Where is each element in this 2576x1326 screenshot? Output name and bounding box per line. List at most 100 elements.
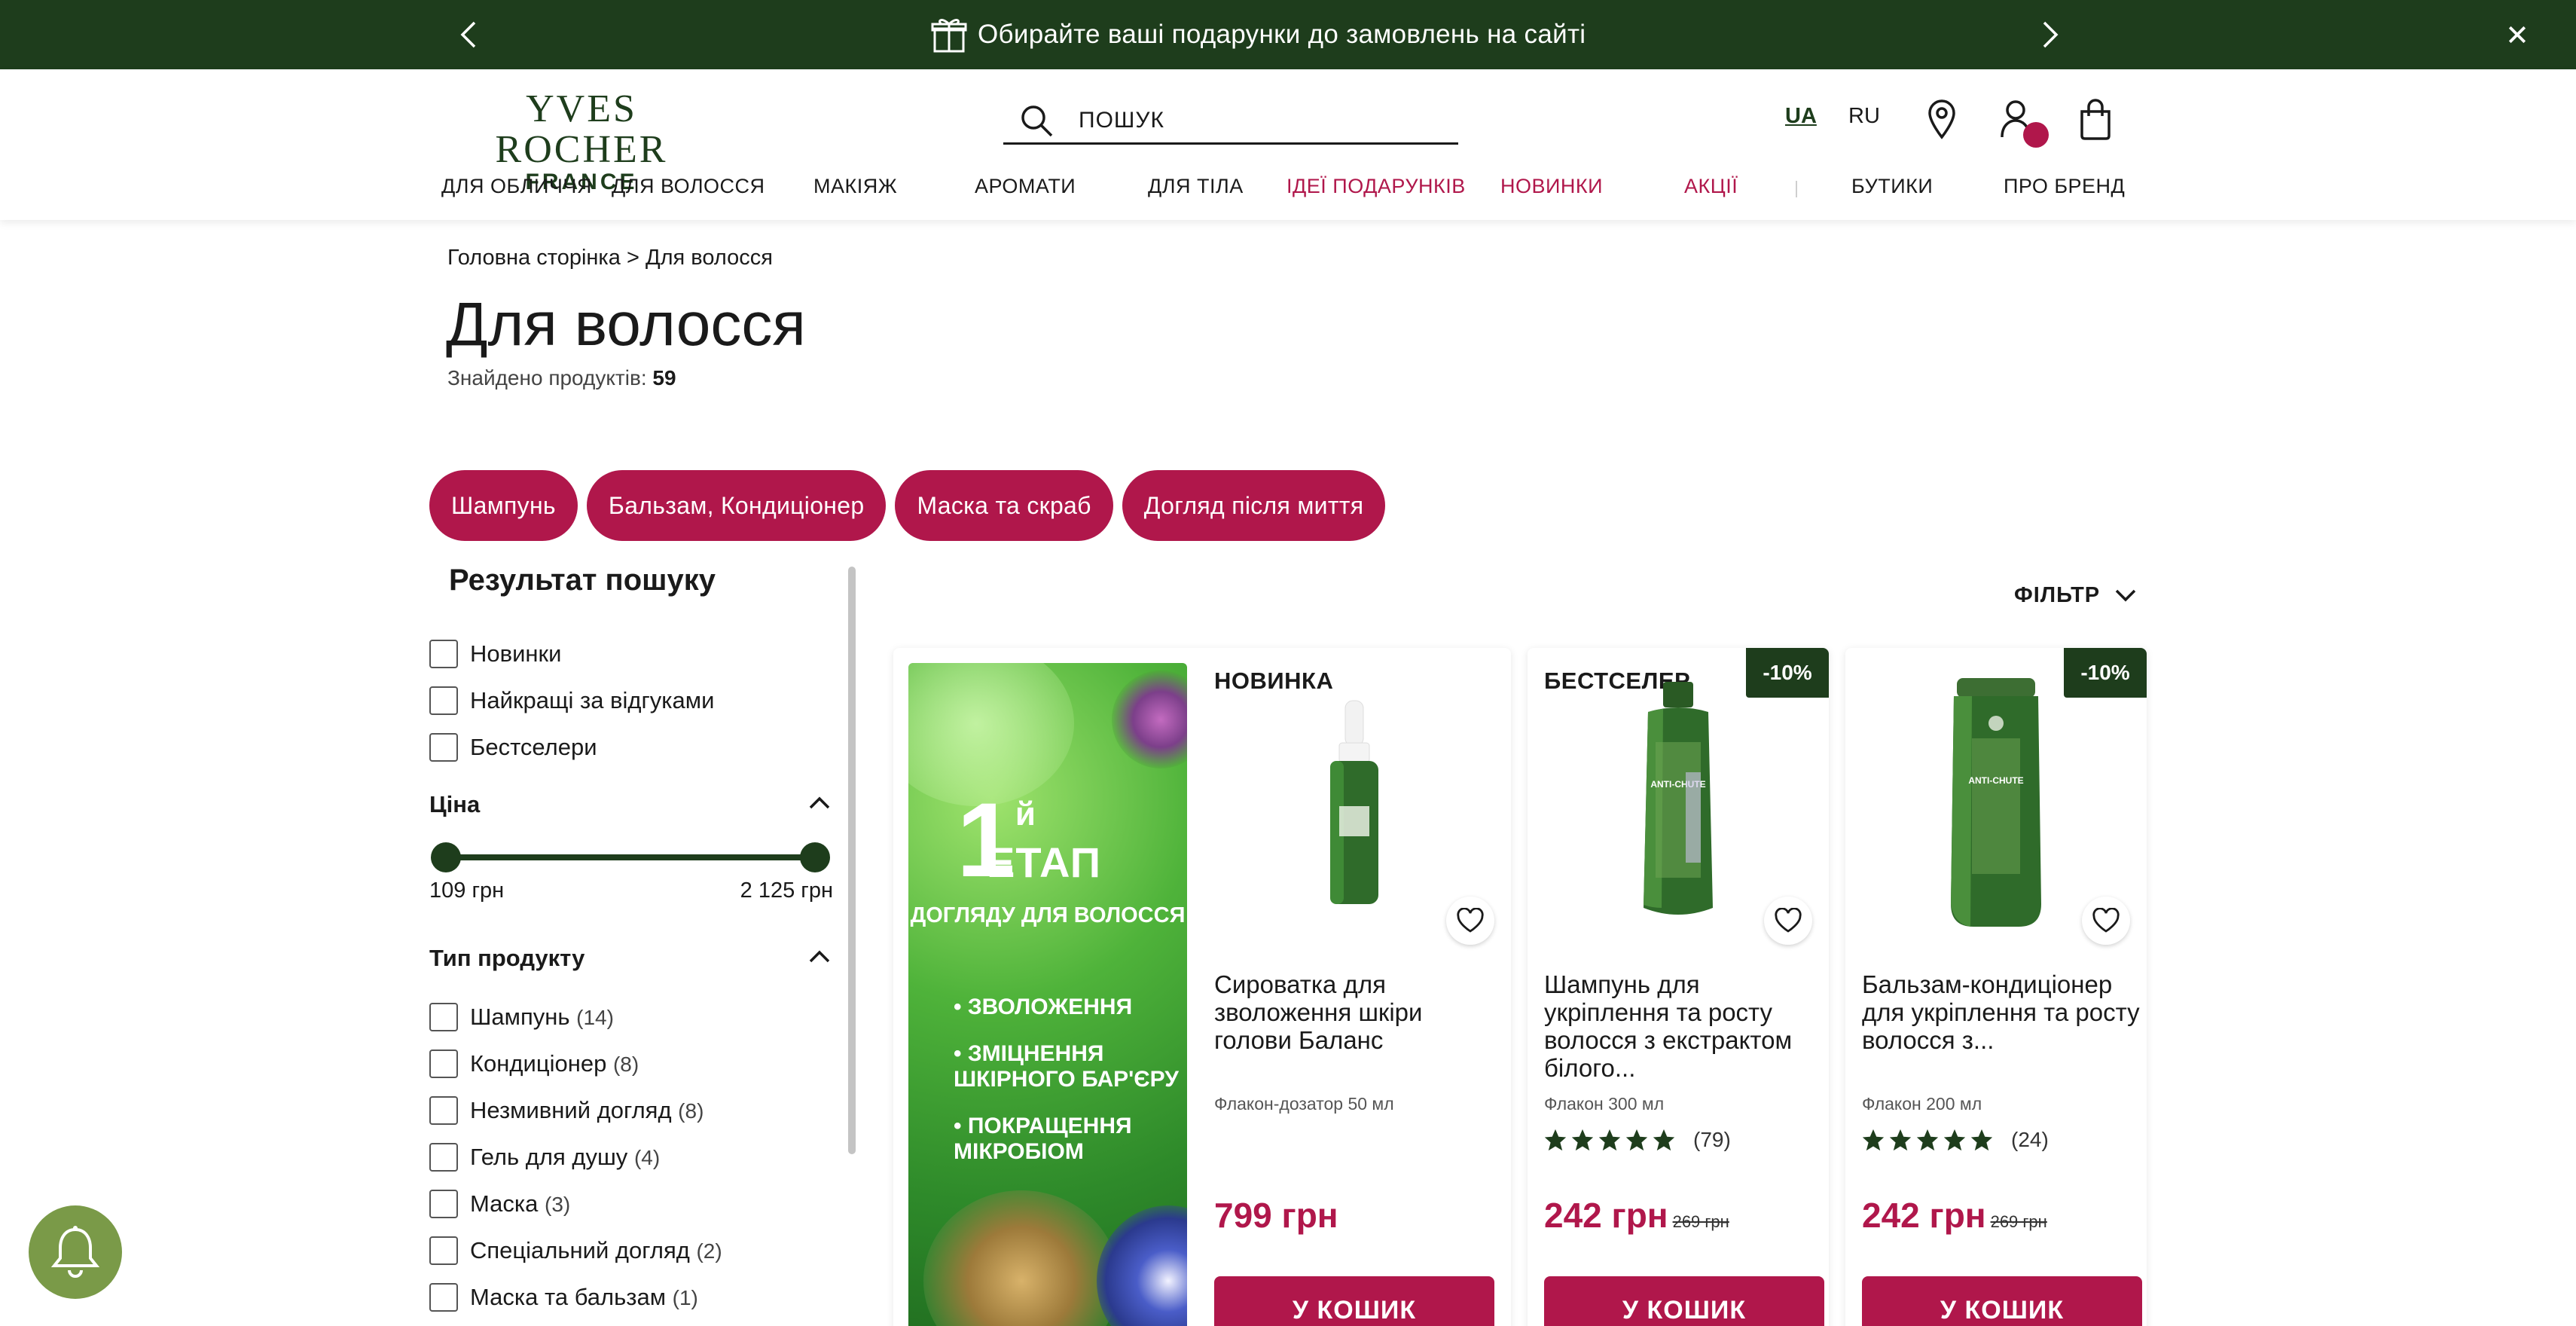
checkbox[interactable] [429, 1003, 458, 1031]
site-header: YVES ROCHER FRANCE UA RU ДЛЯ ОБЛИЧЧЯ ДЛЯ… [0, 69, 2576, 220]
banner-cornflower-image [1097, 1205, 1187, 1326]
chip-shampoo[interactable]: Шампунь [429, 470, 578, 541]
heart-icon [1775, 908, 1802, 933]
nav-makeup[interactable]: МАКІЯЖ [813, 175, 897, 198]
type-filter-leave-in[interactable]: Незмивний догляд (8) [429, 1095, 704, 1126]
nav-gift-ideas[interactable]: ІДЕЇ ПОДАРУНКІВ [1286, 175, 1466, 198]
products-found-count: 59 [652, 366, 676, 390]
chip-mask-scrub[interactable]: Маска та скраб [895, 470, 1113, 541]
product-name[interactable]: Шампунь для укріплення та росту волосся … [1544, 970, 1823, 1082]
product-image[interactable]: ANTI-CHUTE [1845, 678, 2147, 927]
product-card: НОВИНКА Сироватка для зволоження шкіри г… [1198, 648, 1511, 1326]
promo-bar: Обирайте ваші подарунки до замовлень на … [0, 0, 2576, 69]
nav-hair[interactable]: ДЛЯ ВОЛОССЯ [612, 175, 765, 198]
wishlist-button[interactable] [1764, 897, 1812, 945]
promo-next-button[interactable] [2032, 17, 2068, 53]
checkbox[interactable] [429, 1283, 458, 1312]
type-count: (8) [612, 1053, 639, 1076]
nav-about-brand[interactable]: ПРО БРЕНД [2004, 175, 2125, 198]
price-range-track[interactable] [446, 854, 815, 860]
type-filter-mask[interactable]: Маска (3) [429, 1189, 570, 1219]
product-rating[interactable]: (79) [1543, 1127, 1731, 1153]
checkbox[interactable] [429, 733, 458, 762]
type-filter-mask-balm[interactable]: Маска та бальзам (1) [429, 1282, 698, 1312]
wishlist-button[interactable] [2082, 897, 2130, 945]
product-image[interactable] [1198, 693, 1511, 919]
type-label-text: Гель для душу [470, 1144, 628, 1170]
type-filter-conditioner[interactable]: Кондиціонер (8) [429, 1049, 639, 1079]
type-label-text: Маска та бальзам [470, 1284, 667, 1310]
chip-conditioner[interactable]: Бальзам, Кондиціонер [586, 470, 887, 541]
quick-filter-top-rated[interactable]: Найкращі за відгуками [429, 686, 714, 716]
search-input[interactable] [1079, 107, 1440, 133]
nav-boutiques[interactable]: БУТИКИ [1851, 175, 1933, 198]
chevron-up-icon[interactable] [804, 942, 835, 972]
hair-care-banner[interactable]: 1й ЕТАП ДОГЛЯДУ ДЛЯ ВОЛОССЯ • ЗВОЛОЖЕННЯ… [908, 663, 1187, 1326]
star-icon [1571, 1129, 1594, 1151]
cart-button[interactable] [2073, 95, 2118, 143]
promo-close-button[interactable] [2502, 20, 2532, 50]
discount-badge: -10% [1746, 648, 1829, 698]
promo-message[interactable]: Обирайте ваші подарунки до замовлень на … [931, 11, 1586, 59]
banner-superscript: й [1015, 796, 1036, 833]
product-name[interactable]: Сироватка для зволоження шкіри голови Ба… [1214, 970, 1485, 1054]
promo-message-text: Обирайте ваші подарунки до замовлень на … [978, 20, 1586, 49]
product-rating[interactable]: (24) [1860, 1127, 2049, 1153]
checkbox[interactable] [429, 1236, 458, 1265]
filter-sidebar: Результат пошуку Новинки Найкращі за від… [429, 564, 836, 1326]
nav-body[interactable]: ДЛЯ ТІЛА [1148, 175, 1244, 198]
price-old: 269 грн [1990, 1212, 2047, 1231]
type-filter-label: Незмивний догляд (8) [470, 1097, 704, 1124]
nav-face[interactable]: ДЛЯ ОБЛИЧЧЯ [441, 175, 592, 198]
notifications-button[interactable] [29, 1205, 122, 1299]
quick-filter-new[interactable]: Новинки [429, 639, 561, 669]
add-to-cart-button[interactable]: У КОШИК [1214, 1276, 1494, 1326]
store-locator-button[interactable] [1919, 95, 1964, 143]
sidebar-scrollbar[interactable] [848, 567, 856, 1154]
type-label-text: Спеціальний догляд [470, 1237, 690, 1263]
checkbox[interactable] [429, 1049, 458, 1078]
type-filter-special-care[interactable]: Спеціальний догляд (2) [429, 1236, 722, 1266]
breadcrumb-current: Для волосся [645, 246, 773, 270]
nav-fragrances[interactable]: АРОМАТИ [975, 175, 1076, 198]
breadcrumb-home[interactable]: Головна сторінка [447, 246, 621, 270]
checkbox[interactable] [429, 1143, 458, 1172]
checkbox[interactable] [429, 1190, 458, 1218]
quick-filter-bestsellers[interactable]: Бестселери [429, 732, 597, 762]
product-tag: НОВИНКА [1214, 668, 1334, 694]
type-count: (1) [672, 1286, 698, 1309]
review-count: (24) [2011, 1128, 2049, 1151]
type-label-text: Маска [470, 1190, 539, 1217]
price-max-handle[interactable] [800, 842, 830, 872]
chevron-up-icon[interactable] [804, 788, 835, 818]
product-image[interactable]: ANTI-CHUTE [1528, 682, 1829, 919]
star-icon [1970, 1129, 1993, 1151]
add-to-cart-button[interactable]: У КОШИК [1862, 1276, 2142, 1326]
price-section-title[interactable]: Ціна [429, 791, 480, 818]
promo-prev-button[interactable] [450, 17, 487, 53]
checkbox[interactable] [429, 1096, 458, 1125]
checkbox[interactable] [429, 686, 458, 715]
product-type-section-title[interactable]: Тип продукту [429, 945, 584, 972]
lang-ru-link[interactable]: RU [1848, 104, 1880, 129]
search-bar[interactable] [1003, 98, 1458, 145]
nav-new[interactable]: НОВИНКИ [1500, 175, 1603, 198]
product-name[interactable]: Бальзам-кондиціонер для укріплення та ро… [1862, 970, 2141, 1054]
price-current: 242 грн [1862, 1196, 1986, 1235]
wishlist-button[interactable] [1446, 897, 1494, 945]
lang-ua-link[interactable]: UA [1785, 104, 1817, 129]
chip-after-wash[interactable]: Догляд після миття [1122, 470, 1386, 541]
nav-sales[interactable]: АКЦІЇ [1684, 175, 1738, 198]
type-filter-shampoo[interactable]: Шампунь (14) [429, 1002, 614, 1032]
checkbox[interactable] [429, 640, 458, 668]
heart-icon [1457, 908, 1484, 933]
add-to-cart-button[interactable]: У КОШИК [1544, 1276, 1824, 1326]
filter-toggle[interactable]: ФІЛЬТР [2014, 582, 2139, 609]
main-nav: ДЛЯ ОБЛИЧЧЯ ДЛЯ ВОЛОССЯ МАКІЯЖ АРОМАТИ Д… [0, 175, 2576, 208]
type-filter-label: Гель для душу (4) [470, 1144, 660, 1171]
chevron-down-icon [2115, 589, 2136, 602]
type-filter-shower-gel[interactable]: Гель для душу (4) [429, 1142, 660, 1172]
product-volume: Флакон 300 мл [1544, 1094, 1665, 1114]
banner-bullets: • ЗВОЛОЖЕННЯ • ЗМІЦНЕННЯ ШКІРНОГО БАР'ЄР… [954, 994, 1187, 1186]
price-min-handle[interactable] [431, 842, 461, 872]
